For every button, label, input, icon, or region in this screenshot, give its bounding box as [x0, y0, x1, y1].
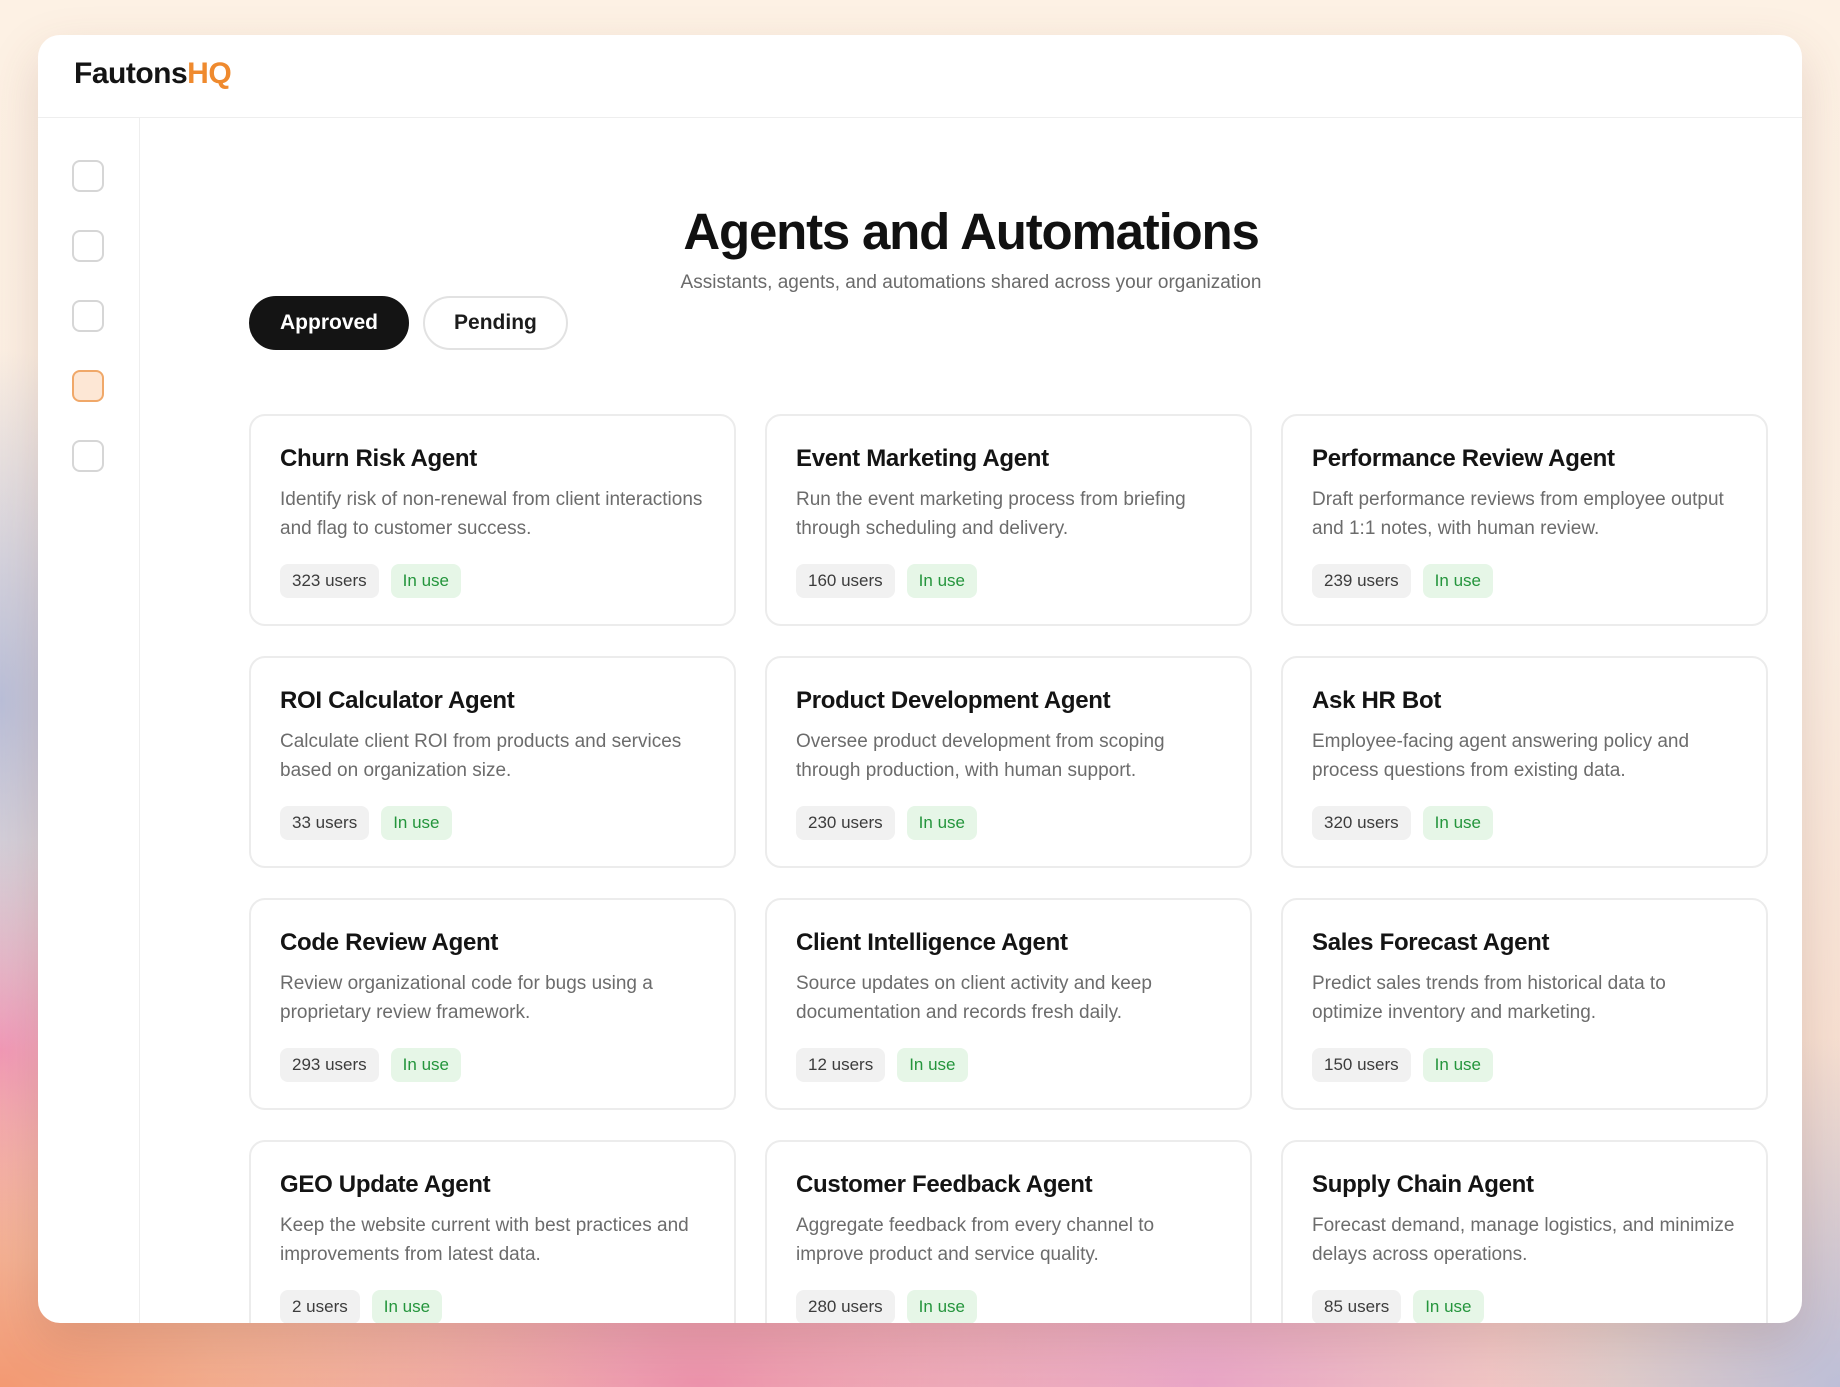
- agent-card-description: Source updates on client activity and ke…: [796, 973, 1152, 1023]
- agent-card-title: Client Intelligence Agent: [796, 929, 1068, 956]
- users-count-badge: 280 users: [796, 1290, 895, 1323]
- status-badge: In use: [1422, 564, 1493, 598]
- agent-card-badges: 85 users In use: [1312, 1290, 1737, 1323]
- brand-name: Fautons: [74, 57, 188, 90]
- status-badge: In use: [371, 1290, 443, 1323]
- status-badge: In use: [906, 564, 977, 598]
- users-count-badge: 239 users: [1312, 564, 1411, 598]
- agent-card-description: Keep the website current with best pract…: [280, 1215, 689, 1265]
- agent-card-badges: 150 users In use: [1312, 1048, 1737, 1082]
- agent-card-description: Aggregate feedback from every channel to…: [796, 1215, 1155, 1265]
- agent-card[interactable]: ROI Calculator Agent Calculate client RO…: [249, 656, 736, 868]
- users-count-badge: 230 users: [796, 806, 895, 840]
- sidebar-item-1-icon[interactable]: [72, 160, 104, 192]
- users-count-badge: 33 users: [280, 806, 370, 840]
- users-count-badge: 323 users: [280, 564, 379, 598]
- agent-card-badges: 239 users In use: [1312, 564, 1737, 598]
- agent-card-description: Review organizational code for bugs usin…: [280, 973, 653, 1023]
- agent-card-title: Churn Risk Agent: [280, 445, 477, 472]
- agent-card-title: Customer Feedback Agent: [796, 1171, 1093, 1198]
- agent-card[interactable]: Ask HR Bot Employee-facing agent answeri…: [1281, 656, 1768, 868]
- agent-card-badges: 2 users In use: [280, 1290, 705, 1323]
- agent-card[interactable]: Customer Feedback Agent Aggregate feedba…: [765, 1140, 1252, 1323]
- agent-card-description: Employee-facing agent answering policy a…: [1312, 731, 1690, 781]
- agent-card-badges: 230 users In use: [796, 806, 1221, 840]
- agent-card-title: Sales Forecast Agent: [1312, 929, 1550, 956]
- agent-card-title: Supply Chain Agent: [1312, 1171, 1534, 1198]
- page-title: Agents and Automations: [683, 203, 1259, 260]
- agent-card-badges: 323 users In use: [280, 564, 705, 598]
- top-bar: FautonsHQ: [38, 35, 1802, 118]
- sidebar-item-3-icon[interactable]: [72, 300, 104, 332]
- sidebar-item-4-icon[interactable]: [72, 370, 104, 402]
- agent-card-title: Ask HR Bot: [1312, 687, 1442, 714]
- brand-accent: HQ: [187, 57, 232, 90]
- users-count-badge: 160 users: [796, 564, 895, 598]
- agent-card[interactable]: GEO Update Agent Keep the website curren…: [249, 1140, 736, 1323]
- sidebar: [38, 118, 140, 1323]
- agent-card-title: Code Review Agent: [280, 929, 499, 956]
- tab-pending[interactable]: Pending: [423, 296, 568, 350]
- sidebar-item-5-icon[interactable]: [72, 440, 104, 472]
- users-count-badge: 320 users: [1312, 806, 1411, 840]
- agent-card-description: Forecast demand, manage logistics, and m…: [1312, 1215, 1735, 1265]
- agent-card[interactable]: Supply Chain Agent Forecast demand, mana…: [1281, 1140, 1768, 1323]
- agent-card[interactable]: Sales Forecast Agent Predict sales trend…: [1281, 898, 1768, 1110]
- agent-card-badges: 160 users In use: [796, 564, 1221, 598]
- status-badge: In use: [906, 806, 977, 840]
- status-badge: In use: [1422, 1048, 1493, 1082]
- sidebar-item-2-icon[interactable]: [72, 230, 104, 262]
- agent-card-title: Performance Review Agent: [1312, 445, 1615, 472]
- agent-card-description: Predict sales trends from historical dat…: [1312, 973, 1666, 1023]
- agent-card-description: Run the event marketing process from bri…: [796, 489, 1186, 539]
- agent-card-title: Event Marketing Agent: [796, 445, 1049, 472]
- page-subtitle: Assistants, agents, and automations shar…: [680, 272, 1262, 293]
- users-count-badge: 293 users: [280, 1048, 379, 1082]
- agent-card-badges: 320 users In use: [1312, 806, 1737, 840]
- agent-card[interactable]: Code Review Agent Review organizational …: [249, 898, 736, 1110]
- app-window: FautonsHQ Agents and Automations Assista…: [38, 35, 1802, 1323]
- agent-card-badges: 280 users In use: [796, 1290, 1221, 1323]
- users-count-badge: 2 users: [280, 1290, 360, 1323]
- agent-card-description: Identify risk of non-renewal from client…: [280, 489, 703, 539]
- status-badge: In use: [1413, 1290, 1484, 1323]
- agent-card-badges: 33 users In use: [280, 806, 705, 840]
- tab-approved[interactable]: Approved: [249, 296, 410, 350]
- agent-card[interactable]: Client Intelligence Agent Source updates…: [765, 898, 1252, 1110]
- agent-card-badges: 293 users In use: [280, 1048, 705, 1082]
- agent-card-title: GEO Update Agent: [280, 1171, 491, 1198]
- tab-bar: Approved Pending: [249, 296, 568, 350]
- agent-card-description: Draft performance reviews from employee …: [1312, 489, 1724, 539]
- users-count-badge: 85 users: [1312, 1290, 1402, 1323]
- agent-card-badges: 12 users In use: [796, 1048, 1221, 1082]
- agent-card-description: Oversee product development from scoping…: [796, 731, 1165, 781]
- status-badge: In use: [897, 1048, 968, 1082]
- agent-card[interactable]: Churn Risk Agent Identify risk of non-re…: [249, 414, 736, 626]
- agent-card-title: Product Development Agent: [796, 687, 1111, 714]
- brand-logo[interactable]: FautonsHQ: [74, 57, 232, 91]
- agent-card[interactable]: Product Development Agent Oversee produc…: [765, 656, 1252, 868]
- status-badge: In use: [390, 564, 461, 598]
- status-badge: In use: [381, 806, 452, 840]
- status-badge: In use: [390, 1048, 461, 1082]
- users-count-badge: 12 users: [796, 1048, 886, 1082]
- agent-card-description: Calculate client ROI from products and s…: [280, 731, 682, 781]
- agent-card-grid: Churn Risk Agent Identify risk of non-re…: [249, 414, 1769, 1323]
- status-badge: In use: [1422, 806, 1493, 840]
- agent-card[interactable]: Performance Review Agent Draft performan…: [1281, 414, 1768, 626]
- users-count-badge: 150 users: [1312, 1048, 1411, 1082]
- status-badge: In use: [906, 1290, 977, 1323]
- agent-card-title: ROI Calculator Agent: [280, 687, 515, 714]
- agent-card[interactable]: Event Marketing Agent Run the event mark…: [765, 414, 1252, 626]
- main-content: Agents and Automations Assistants, agent…: [140, 118, 1802, 1323]
